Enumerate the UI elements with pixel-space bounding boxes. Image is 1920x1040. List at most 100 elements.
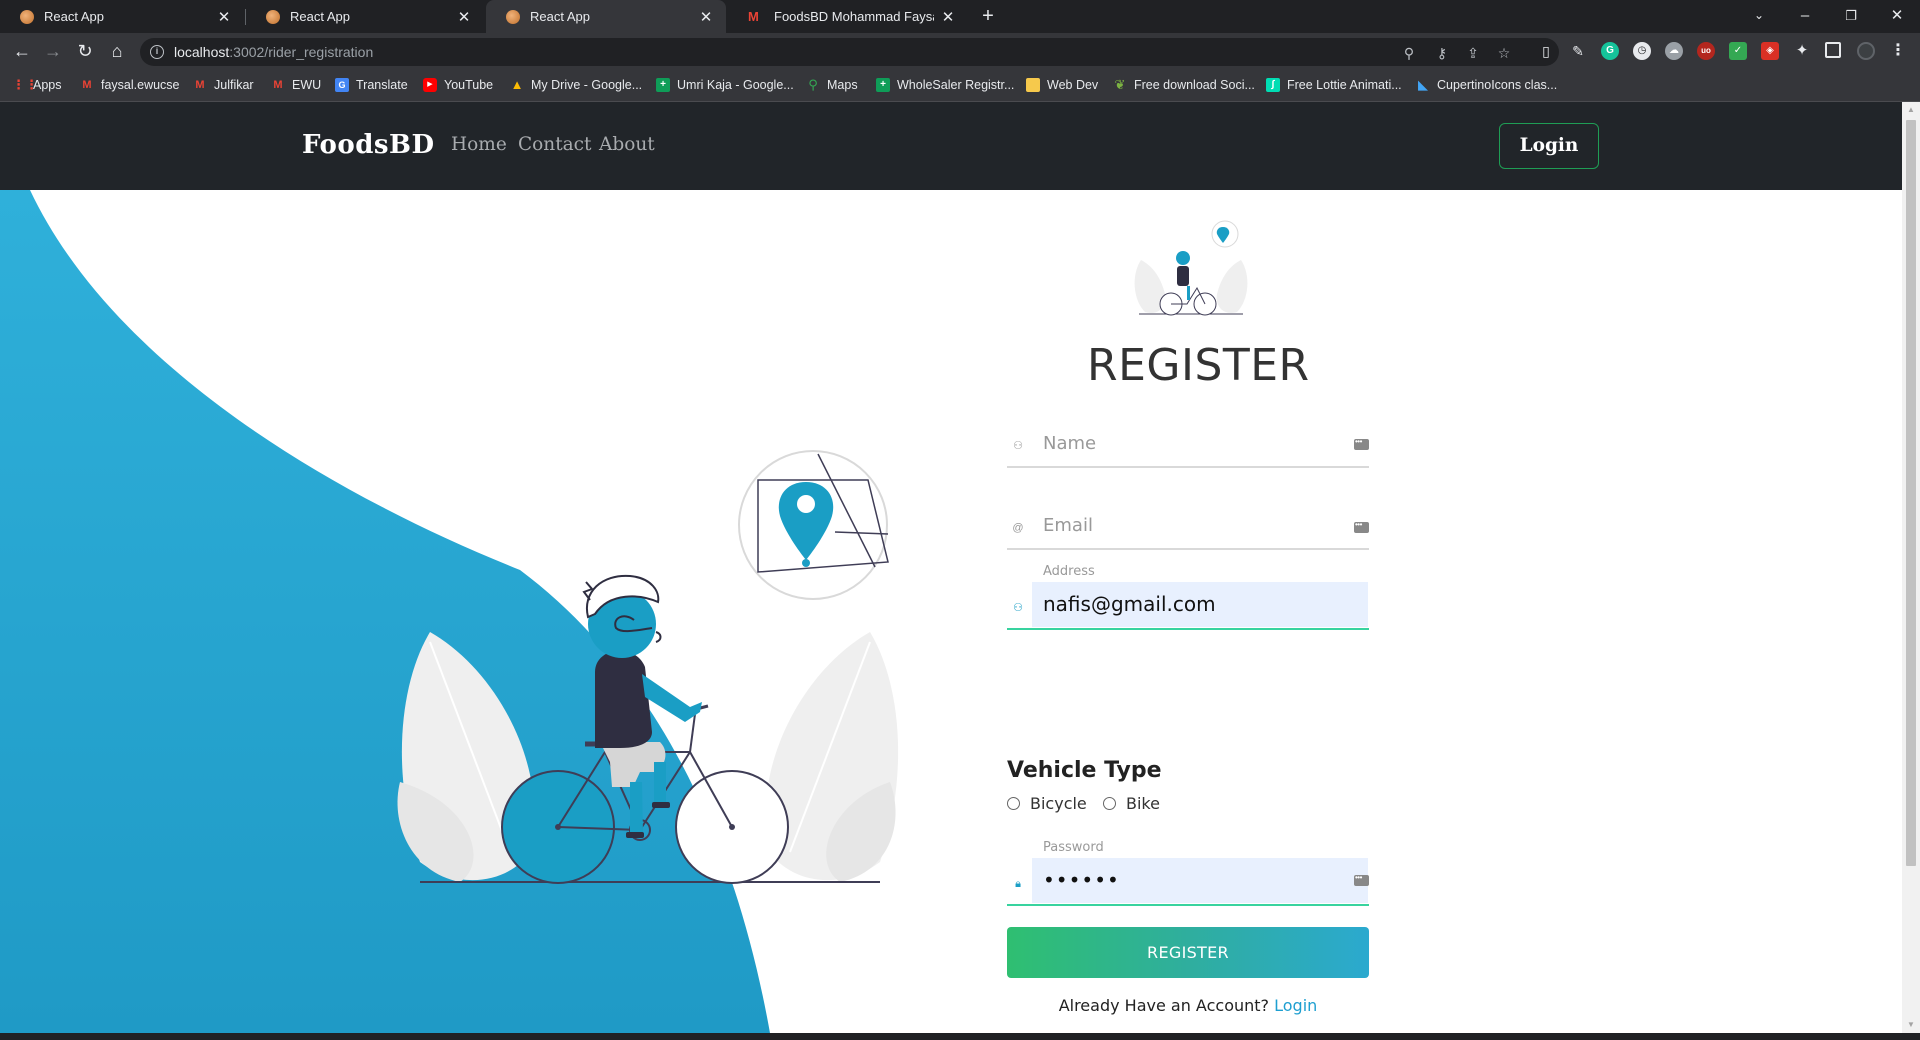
bookmark-item[interactable]: M Julfikar bbox=[193, 69, 254, 101]
radio-bike[interactable]: Bike bbox=[1103, 794, 1160, 813]
reload-icon[interactable]: ↻ bbox=[73, 39, 97, 63]
bookmark-item[interactable]: Web Dev bbox=[1026, 69, 1098, 101]
bookmark-item[interactable]: + Umri Kaja - Google... bbox=[656, 69, 794, 101]
bookmark-label: CupertinoIcons clas... bbox=[1437, 78, 1558, 92]
bookmark-label: Web Dev bbox=[1047, 78, 1099, 92]
close-tab-icon[interactable]: ✕ bbox=[216, 8, 232, 26]
lock-icon: 🔒︎ bbox=[1015, 878, 1021, 890]
email-placeholder: Email bbox=[1043, 515, 1093, 536]
tab-title: React App bbox=[290, 9, 350, 24]
back-arrow-icon[interactable]: ← bbox=[10, 39, 34, 63]
radio-circle[interactable] bbox=[1007, 797, 1020, 810]
address-bar[interactable]: i localhost:3002/rider_registration ⚲ ⚷ … bbox=[140, 38, 1559, 66]
translate-icon: G bbox=[335, 78, 349, 92]
scrollbar-thumb[interactable] bbox=[1906, 120, 1916, 866]
react-app-favicon-icon bbox=[506, 9, 520, 24]
account-prompt: Already Have an Account? Login bbox=[1007, 996, 1369, 1015]
browser-toolbar: ← → ↻ ⌂ i localhost:3002/rider_registrat… bbox=[0, 33, 1920, 69]
bookmark-item[interactable]: ⚲ Maps bbox=[806, 69, 858, 101]
scroll-down-arrow-icon[interactable]: ▼ bbox=[1902, 1017, 1920, 1033]
autofill-key-icon[interactable] bbox=[1354, 873, 1369, 886]
forward-arrow-icon[interactable]: → bbox=[41, 39, 65, 63]
bookmark-item[interactable]: ▶ YouTube bbox=[423, 69, 493, 101]
bookmark-label: Maps bbox=[827, 78, 858, 92]
window-bottom-edge bbox=[0, 1033, 1920, 1040]
gmail-icon: M bbox=[195, 79, 205, 91]
email-field[interactable]: @ Email bbox=[1007, 502, 1369, 550]
bookmark-item[interactable]: M faysal.ewucse bbox=[80, 69, 179, 101]
password-input[interactable]: •••••• bbox=[1032, 858, 1368, 903]
bookmark-label: Julfikar bbox=[214, 78, 254, 92]
tab-title: React App bbox=[44, 9, 104, 24]
menu-kebab-icon[interactable]: ⋮ bbox=[1889, 42, 1907, 60]
google-sheets-icon: + bbox=[656, 78, 670, 92]
radio-label: Bicycle bbox=[1030, 794, 1087, 813]
bookmark-item[interactable]: M EWU bbox=[271, 69, 321, 101]
close-tab-icon[interactable]: ✕ bbox=[940, 8, 956, 26]
close-tab-icon[interactable]: ✕ bbox=[698, 8, 714, 26]
tab-title: FoodsBD Mohammad Faysal - fa bbox=[774, 9, 934, 24]
close-tab-icon[interactable]: ✕ bbox=[456, 8, 472, 26]
browser-tab-active[interactable]: React App ✕ bbox=[486, 0, 726, 33]
bookmark-item[interactable]: ∫ Free Lottie Animati... bbox=[1266, 69, 1402, 101]
bookmark-apps[interactable]: ⋮⋮ Apps bbox=[12, 69, 62, 101]
google-drive-icon: ▲ bbox=[510, 77, 524, 92]
home-icon[interactable]: ⌂ bbox=[105, 39, 129, 63]
tab-search-chevron-icon[interactable]: ⌄ bbox=[1736, 0, 1782, 33]
restore-icon[interactable]: ❐ bbox=[1828, 0, 1874, 33]
ublock-icon[interactable]: uo bbox=[1697, 42, 1715, 60]
bookmark-item[interactable]: ▲ My Drive - Google... bbox=[510, 69, 643, 101]
browser-tab[interactable]: React App ✕ bbox=[0, 0, 244, 33]
browser-tab[interactable]: M FoodsBD Mohammad Faysal - fa ✕ bbox=[728, 0, 968, 33]
radio-bicycle[interactable]: Bicycle bbox=[1007, 794, 1087, 813]
new-tab-icon[interactable]: + bbox=[976, 4, 1000, 28]
side-panel-icon[interactable] bbox=[1825, 42, 1841, 58]
register-submit-button[interactable]: REGISTER bbox=[1007, 927, 1369, 978]
extensions-puzzle-icon[interactable]: ✦ bbox=[1793, 42, 1811, 60]
bookmark-label: Free Lottie Animati... bbox=[1287, 78, 1402, 92]
bookmark-item[interactable]: ❦ Free download Soci... bbox=[1113, 69, 1255, 101]
scroll-up-arrow-icon[interactable]: ▲ bbox=[1902, 102, 1920, 118]
profile-avatar-icon[interactable] bbox=[1857, 42, 1875, 60]
gmail-icon: M bbox=[748, 8, 759, 24]
cloud-extension-icon[interactable]: ☁ bbox=[1665, 42, 1683, 60]
close-window-icon[interactable]: ✕ bbox=[1874, 0, 1920, 33]
bookmark-item[interactable]: G Translate bbox=[335, 69, 408, 101]
share-icon[interactable]: ⇪ bbox=[1465, 45, 1481, 61]
bookmark-item[interactable]: + WholeSaler Registr... bbox=[876, 69, 1014, 101]
browser-tab[interactable]: React App ✕ bbox=[246, 0, 484, 33]
site-navbar: FoodsBD Home Contact About Login bbox=[0, 102, 1902, 190]
bookmark-label: Translate bbox=[356, 78, 408, 92]
bookmark-item[interactable]: ◣ CupertinoIcons clas... bbox=[1416, 69, 1557, 101]
minimize-icon[interactable]: – bbox=[1782, 0, 1828, 33]
shield-extension-icon[interactable]: ✓ bbox=[1729, 42, 1747, 60]
site-info-icon[interactable]: i bbox=[150, 45, 164, 59]
brand-logo[interactable]: FoodsBD bbox=[302, 130, 435, 160]
key-icon[interactable]: ⚷ bbox=[1434, 45, 1450, 61]
leaf-icon: ❦ bbox=[1114, 77, 1126, 92]
register-heading: REGISTER bbox=[1087, 340, 1310, 391]
autofill-key-icon[interactable] bbox=[1354, 520, 1369, 533]
folder-icon bbox=[1026, 78, 1040, 92]
address-field[interactable]: Address ⚇ nafis@gmail.com bbox=[1007, 564, 1369, 630]
pen-extension-icon[interactable]: ✎ bbox=[1569, 42, 1587, 60]
login-link[interactable]: Login bbox=[1274, 996, 1317, 1015]
login-button[interactable]: Login bbox=[1499, 123, 1599, 169]
grammarly-icon[interactable]: G bbox=[1601, 42, 1619, 60]
bookmark-star-icon[interactable]: ☆ bbox=[1496, 45, 1512, 61]
clock-extension-icon[interactable]: ◷ bbox=[1633, 42, 1651, 60]
radio-circle[interactable] bbox=[1103, 797, 1116, 810]
phone-extension-icon[interactable]: ▯ bbox=[1537, 42, 1555, 60]
url-host: localhost bbox=[174, 44, 230, 60]
page-scrollbar[interactable]: ▲ ▼ bbox=[1902, 102, 1920, 1033]
autofill-key-icon[interactable] bbox=[1354, 437, 1369, 450]
nav-link-about[interactable]: About bbox=[599, 134, 655, 155]
location-pin-icon[interactable]: ⚲ bbox=[1401, 45, 1417, 61]
nav-link-home[interactable]: Home bbox=[451, 134, 507, 155]
password-field[interactable]: Password 🔒︎ •••••• bbox=[1007, 840, 1369, 906]
bookmark-label: WholeSaler Registr... bbox=[897, 78, 1015, 92]
red-extension-icon[interactable]: ◈ bbox=[1761, 42, 1779, 60]
nav-link-contact[interactable]: Contact bbox=[518, 134, 591, 155]
address-input[interactable]: nafis@gmail.com bbox=[1032, 582, 1368, 627]
name-field[interactable]: ⚇ Name bbox=[1007, 420, 1369, 468]
